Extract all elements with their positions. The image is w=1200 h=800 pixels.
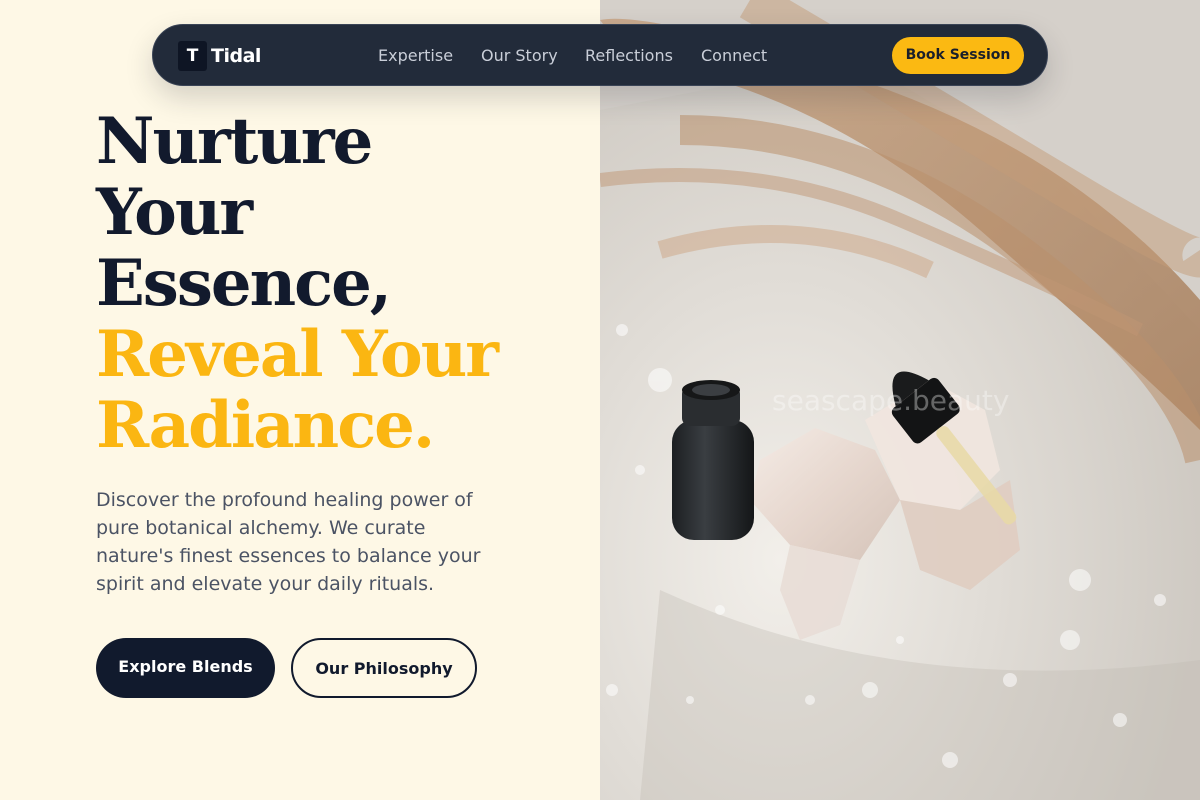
explore-blends-button[interactable]: Explore Blends: [96, 638, 275, 698]
hero-description: Discover the profound healing power of p…: [96, 489, 481, 595]
nav-link-our-story[interactable]: Our Story: [481, 45, 558, 67]
book-session-button[interactable]: Book Session: [892, 37, 1024, 74]
logo-icon[interactable]: T: [178, 41, 207, 71]
nav-link-reflections[interactable]: Reflections: [585, 45, 673, 67]
top-navbar: T Tidal Expertise Our Story Reflections …: [152, 24, 1048, 86]
watermark-text: seascape.beauty: [772, 384, 1010, 417]
brand-name[interactable]: Tidal: [211, 43, 261, 69]
heading-line-reveal-your: Reveal Your: [96, 317, 499, 392]
nav-link-connect[interactable]: Connect: [701, 45, 767, 67]
heading-line-your: Your: [96, 175, 253, 250]
heading-line-nurture: Nurture: [96, 104, 373, 179]
heading-line-essence: Essence,: [96, 246, 392, 321]
hero-heading: Nurture Your Essence, Reveal Your Radian…: [96, 104, 499, 463]
our-philosophy-button[interactable]: Our Philosophy: [291, 638, 477, 698]
nav-link-expertise[interactable]: Expertise: [378, 45, 453, 67]
heading-line-radiance: Radiance.: [96, 388, 435, 463]
